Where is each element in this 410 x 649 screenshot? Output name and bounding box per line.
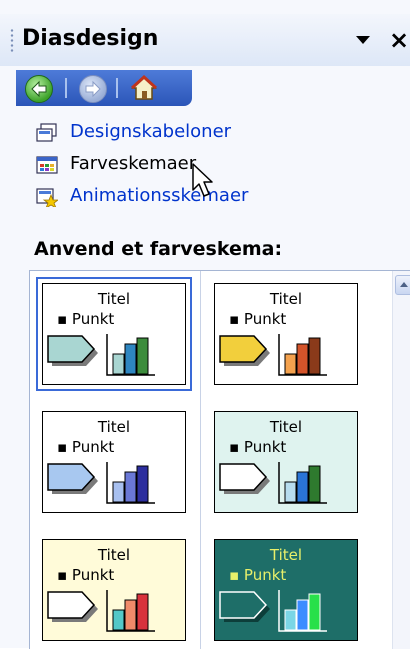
task-pane-titlebar: Diasdesign × (0, 14, 410, 66)
color-scheme-option[interactable]: Titel ▪ Punkt (42, 411, 186, 513)
link-label[interactable]: Designskabeloner (70, 121, 231, 142)
chart-bar (308, 465, 321, 503)
scheme-bullet-text: ▪ Punkt (57, 566, 115, 584)
scroll-up-button[interactable] (395, 275, 410, 295)
chart-bar (112, 353, 125, 375)
color-scheme-option[interactable]: Titel ▪ Punkt (214, 539, 358, 641)
scheme-preview-graphic (219, 462, 327, 504)
color-scheme-gallery: Titel ▪ Punkt Titel ▪ Punkt Titel ▪ Punkt Tite… (29, 270, 410, 649)
scheme-preview-graphic (219, 590, 327, 632)
chart-bar (308, 337, 321, 375)
scheme-bullet-text: ▪ Punkt (229, 438, 287, 456)
back-arrow-icon (31, 80, 47, 98)
close-icon[interactable]: × (389, 28, 409, 52)
color-schemes-icon (36, 156, 58, 174)
scheme-title-text: Titel (97, 418, 131, 436)
chart-bar (296, 599, 309, 631)
scheme-preview-graphic (47, 462, 155, 504)
pane-title: Diasdesign (22, 26, 159, 51)
scheme-bullet-text: ▪ Punkt (57, 438, 115, 456)
task-pane-nav-bar (16, 70, 192, 106)
link-label[interactable]: Animationsskemaer (70, 185, 248, 206)
drag-grip[interactable] (10, 28, 14, 54)
chart-bar (136, 465, 149, 503)
chart-bar (124, 343, 137, 375)
color-scheme-option[interactable]: Titel ▪ Punkt (36, 277, 192, 391)
scheme-title-text: Titel (269, 418, 303, 436)
forward-button[interactable] (79, 75, 107, 103)
scheme-title-text: Titel (269, 546, 303, 564)
chart-bar (284, 353, 297, 375)
pane-menu-dropdown-icon[interactable] (356, 36, 370, 44)
chart-bar (124, 471, 137, 503)
apply-color-scheme-heading: Anvend et farveskema: (34, 238, 283, 260)
scheme-preview-graphic (219, 334, 327, 376)
link-label[interactable]: Farveskemaer (70, 153, 196, 174)
animation-schemes-icon (36, 188, 58, 207)
chart-bar (136, 337, 149, 375)
chart-bar (112, 609, 125, 631)
scheme-bullet-text: ▪ Punkt (57, 310, 115, 328)
nav-separator (65, 78, 67, 98)
home-icon (130, 74, 158, 100)
slide-design-task-pane: Diasdesign × Designskabeloner Farveskema… (0, 0, 410, 649)
chart-bar (296, 471, 309, 503)
back-button[interactable] (25, 75, 53, 103)
scheme-preview-graphic (47, 334, 155, 376)
design-templates-icon (36, 123, 57, 142)
scheme-bullet-text: ▪ Punkt (229, 566, 287, 584)
scheme-title-text: Titel (97, 546, 131, 564)
gallery-divider (200, 271, 201, 649)
scheme-title-text: Titel (97, 290, 131, 308)
chart-bar (136, 593, 149, 631)
forward-arrow-icon (85, 80, 101, 98)
nav-separator (116, 78, 118, 98)
chart-bar (308, 593, 321, 631)
gallery-scrollbar[interactable] (392, 271, 410, 649)
chart-bar (296, 343, 309, 375)
chart-bar (284, 481, 297, 503)
home-button[interactable] (129, 74, 159, 102)
scheme-title-text: Titel (269, 290, 303, 308)
mouse-pointer-icon (192, 163, 213, 197)
chart-bar (284, 609, 297, 631)
color-scheme-option[interactable]: Titel ▪ Punkt (214, 283, 358, 385)
chart-bar (124, 599, 137, 631)
scheme-preview-graphic (47, 590, 155, 632)
color-scheme-option[interactable]: Titel ▪ Punkt (42, 539, 186, 641)
chart-bar (112, 481, 125, 503)
color-scheme-option[interactable]: Titel ▪ Punkt (214, 411, 358, 513)
scheme-bullet-text: ▪ Punkt (229, 310, 287, 328)
